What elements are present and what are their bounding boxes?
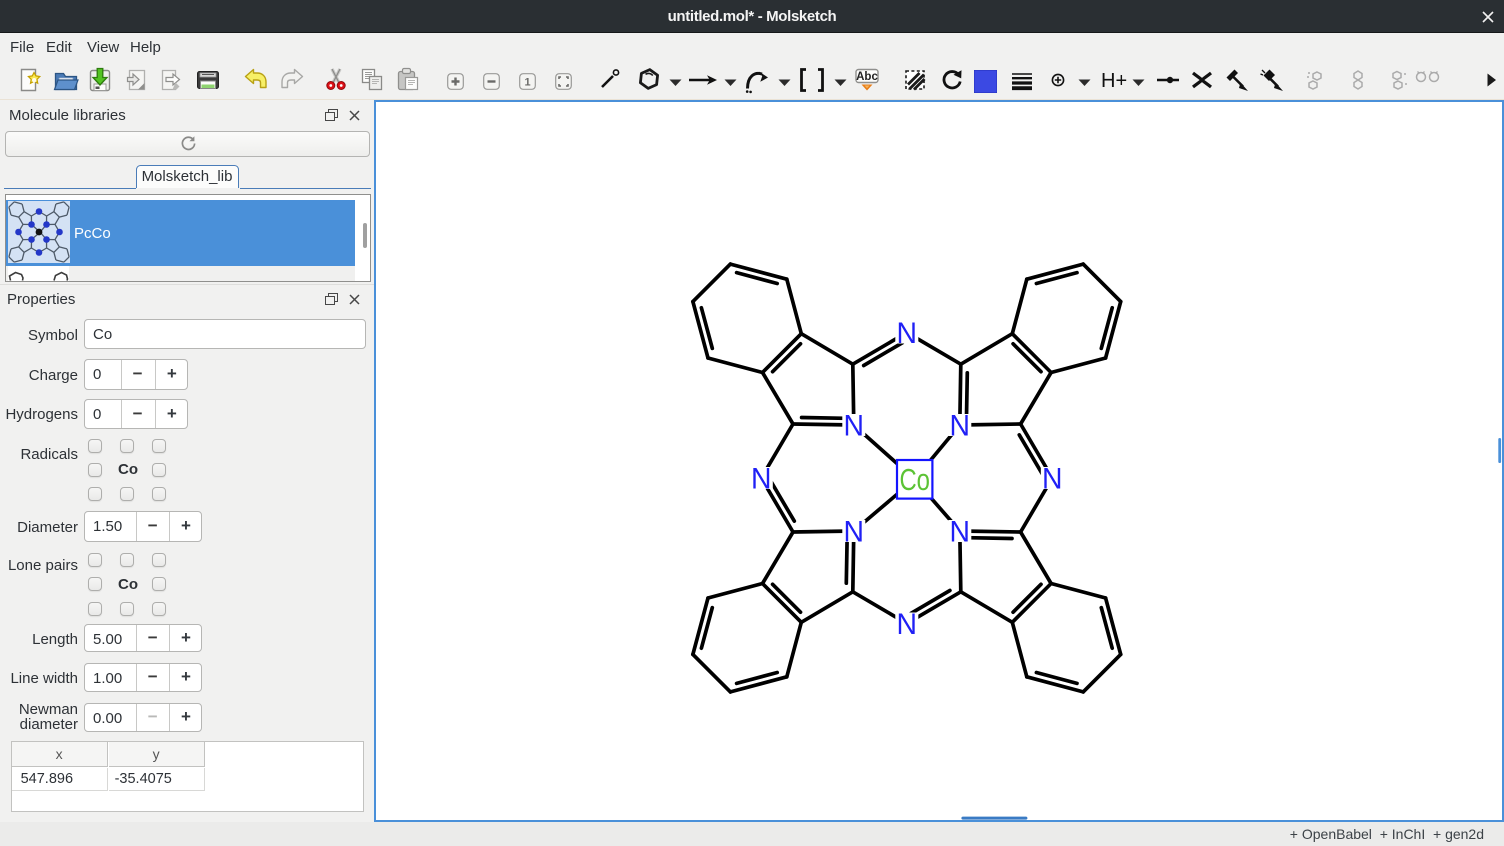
svg-text:N: N [897, 317, 918, 350]
svg-text:N: N [751, 462, 772, 495]
svg-text:N: N [950, 409, 971, 442]
svg-text:N: N [950, 515, 971, 548]
svg-text:N: N [844, 409, 865, 442]
svg-text:N: N [844, 515, 865, 548]
svg-text:N: N [897, 608, 918, 641]
svg-text:Co: Co [899, 462, 930, 497]
svg-text:N: N [1042, 462, 1063, 495]
